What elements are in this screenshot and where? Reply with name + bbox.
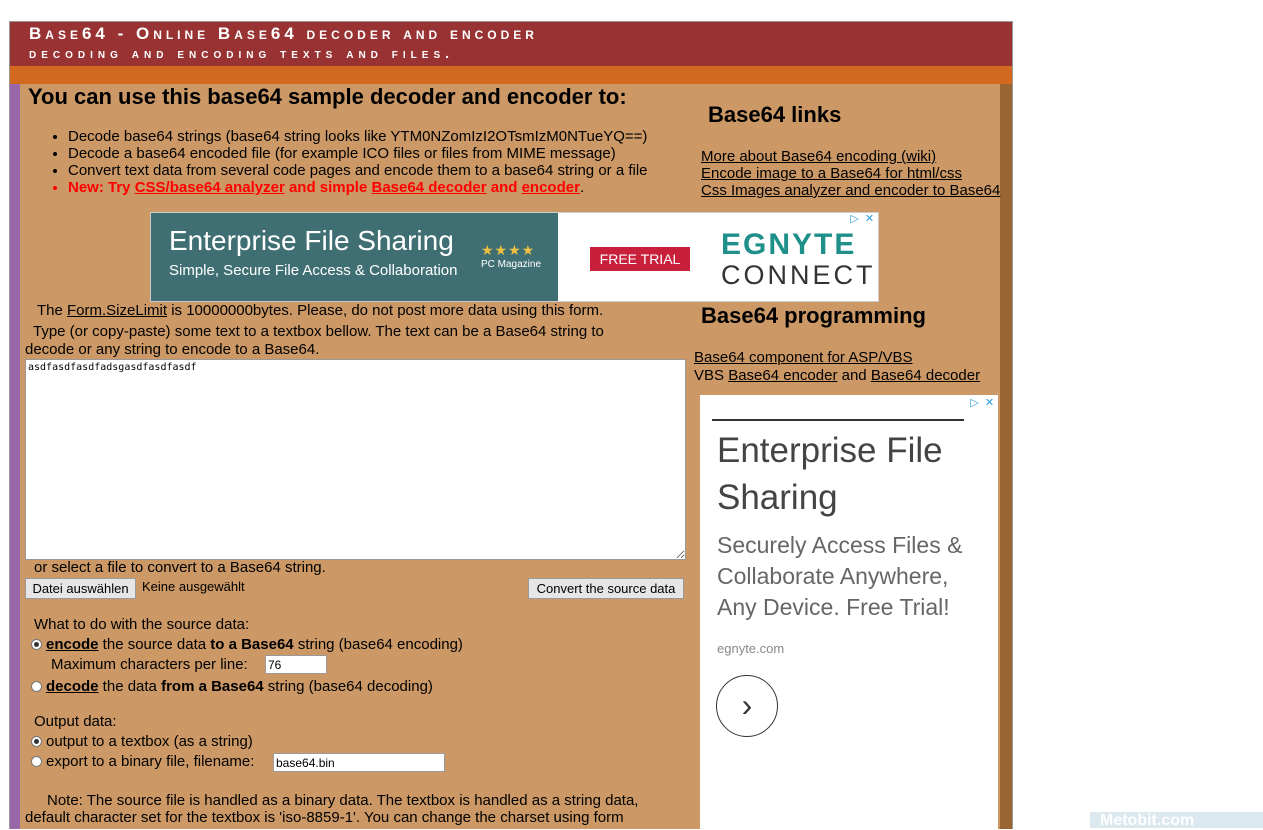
encode-word: encode — [46, 636, 99, 653]
site-subtitle: decoding and encoding texts and files. — [29, 45, 455, 61]
vbs-encoder-link[interactable]: Base64 encoder — [728, 367, 837, 384]
type-hint-line1: Type (or copy-paste) some text to a text… — [33, 323, 604, 340]
new-mid: and simple — [284, 179, 372, 196]
side-ad-subline: Securely Access Files & Collaborate Anyw… — [717, 532, 963, 620]
vbs-and: and — [837, 367, 871, 384]
no-file-label: Keine ausgewählt — [142, 579, 245, 594]
decode-source: from a Base64 — [161, 678, 264, 695]
list-item: Decode base64 strings (base64 string loo… — [68, 128, 648, 145]
decode-tail: string (base64 decoding) — [263, 678, 433, 695]
adchoices-icon[interactable]: ▷ — [848, 213, 861, 226]
right-stripe — [1000, 84, 1012, 829]
size-limit-text: The Form.SizeLimit is 10000000bytes. Ple… — [37, 302, 603, 320]
programming-heading: Base64 programming — [701, 303, 926, 328]
note-line2: default character set for the textbox is… — [25, 809, 624, 826]
encode-tail: string (base64 encoding) — [293, 636, 463, 653]
decoder-link[interactable]: Base64 decoder — [371, 179, 486, 196]
encode-mid: the source data — [98, 636, 211, 653]
banner-ad-panel: Enterprise File Sharing Simple, Secure F… — [151, 213, 558, 301]
ad-divider — [712, 419, 964, 421]
decode-mid: the data — [98, 678, 162, 695]
output-label: Output data: — [34, 713, 117, 730]
header-band — [10, 66, 1012, 84]
links-heading: Base64 links — [708, 102, 842, 127]
list-item-new: New: Try CSS/base64 analyzer and simple … — [68, 179, 648, 196]
chevron-right-icon[interactable]: › — [716, 675, 778, 737]
new-prefix: New: Try — [68, 179, 135, 196]
what-to-do-label: What to do with the source data: — [34, 616, 250, 633]
site-header: Base64 - Online Base64 decoder and encod… — [10, 22, 1012, 66]
form-sizelimit-link[interactable]: Form.SizeLimit — [67, 302, 167, 319]
egnyte-logo: EGNYTE — [721, 228, 857, 261]
convert-button[interactable]: Convert the source data — [528, 578, 684, 599]
output-textbox-radio[interactable] — [31, 736, 42, 747]
choose-file-button[interactable]: Datei auswählen — [25, 578, 136, 599]
banner-ad-subline: Simple, Secure File Access & Collaborati… — [169, 262, 458, 279]
watermark: Metobit.com — [1090, 812, 1263, 829]
decode-word: decode — [46, 678, 99, 695]
limit-prefix: The — [37, 302, 68, 319]
output-file-label: export to a binary file, filename: — [46, 753, 255, 770]
close-icon[interactable]: ✕ — [863, 213, 876, 226]
encode-target: to a Base64 — [210, 636, 294, 653]
rating-stars: ★★★★ — [481, 242, 536, 258]
encode-radio[interactable] — [31, 639, 42, 650]
site-title: Base64 - Online Base64 decoder and encod… — [29, 24, 538, 43]
rating-source: PC Magazine — [481, 259, 542, 270]
css-analyzer-link[interactable]: CSS/base64 analyzer — [135, 179, 285, 196]
max-chars-input[interactable] — [265, 655, 327, 674]
side-ad-domain: egnyte.com — [717, 641, 785, 656]
banner-ad[interactable]: Enterprise File Sharing Simple, Secure F… — [150, 212, 879, 302]
file-hint: or select a file to convert to a Base64 … — [34, 559, 326, 576]
encoder-link[interactable]: encoder — [522, 179, 580, 196]
encode-image-link[interactable]: Encode image to a Base64 for html/css — [701, 165, 962, 182]
close-icon[interactable]: ✕ — [983, 397, 996, 410]
encode-option-label: encode the source data to a Base64 strin… — [46, 636, 463, 653]
component-link[interactable]: Base64 component for ASP/VBS — [694, 349, 912, 366]
list-item: Decode a base64 encoded file (for exampl… — [68, 145, 648, 162]
css-images-link[interactable]: Css Images analyzer and encoder to Base6… — [701, 182, 1000, 199]
type-hint-line2: decode or any string to encode to a Base… — [25, 341, 320, 358]
note-line1: Note: The source file is handled as a bi… — [47, 792, 639, 809]
free-trial-button[interactable]: FREE TRIAL — [590, 247, 690, 271]
feature-list: Decode base64 strings (base64 string loo… — [28, 128, 648, 196]
output-textbox-label: output to a textbox (as a string) — [46, 733, 253, 750]
filename-input[interactable] — [273, 753, 445, 772]
banner-ad-headline: Enterprise File Sharing — [169, 225, 454, 256]
new-end: . — [579, 179, 585, 196]
wiki-link[interactable]: More about Base64 encoding (wiki) — [701, 148, 936, 165]
output-file-radio[interactable] — [31, 756, 42, 767]
decode-option-label: decode the data from a Base64 string (ba… — [46, 678, 433, 695]
side-ad[interactable]: ▷ ✕ Enterprise File Sharing Securely Acc… — [700, 395, 998, 829]
limit-suffix: is 10000000bytes. Please, do not post mo… — [167, 302, 604, 319]
side-ad-headline: Enterprise File Sharing — [717, 431, 943, 517]
source-textbox[interactable]: asdfasdfasdfadsgasdfasdfasdf — [25, 359, 686, 560]
vbs-prefix: VBS — [694, 367, 729, 384]
page-frame: Base64 - Online Base64 decoder and encod… — [9, 21, 1013, 829]
max-chars-label: Maximum characters per line: — [51, 656, 248, 673]
vbs-links: VBS Base64 encoder and Base64 decoder — [694, 367, 980, 384]
page-heading: You can use this base64 sample decoder a… — [28, 84, 627, 109]
decode-radio[interactable] — [31, 681, 42, 692]
vbs-decoder-link[interactable]: Base64 decoder — [871, 367, 980, 384]
connect-logo: CONNECT — [721, 260, 876, 290]
new-and: and — [486, 179, 522, 196]
adchoices-icon[interactable]: ▷ — [968, 397, 981, 410]
list-item: Convert text data from several code page… — [68, 162, 648, 179]
left-stripe — [10, 84, 20, 829]
